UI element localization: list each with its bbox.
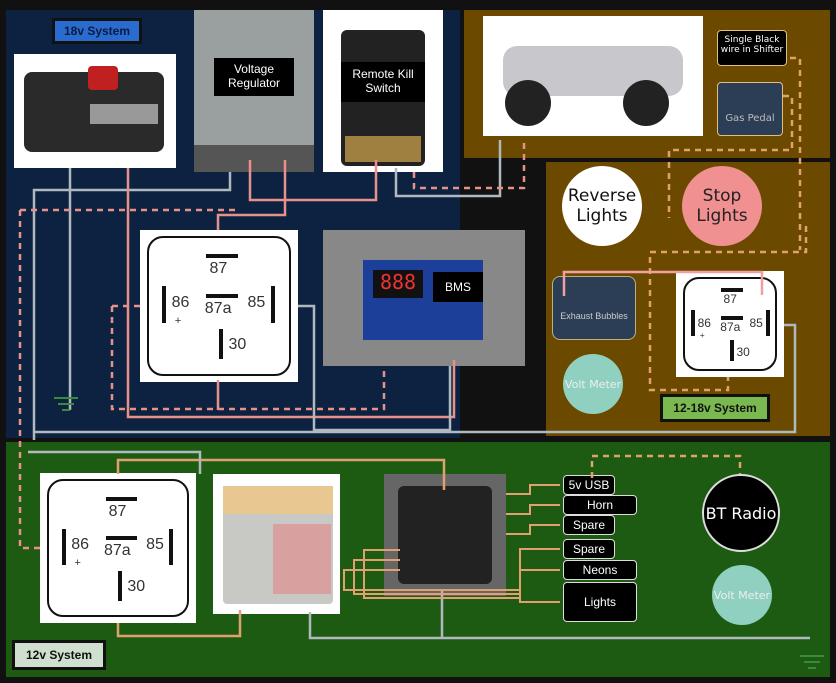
wire-signal (590, 454, 742, 478)
wire-signal (116, 458, 446, 490)
wire-signal (412, 140, 526, 190)
wire-fuse-output (353, 559, 560, 595)
ground-symbol (54, 397, 78, 411)
wire-hot (562, 270, 764, 296)
wire-ground (28, 450, 202, 474)
wire-hot (216, 160, 287, 230)
ground-symbol (800, 655, 824, 669)
wiring (18, 56, 824, 669)
wire-signal (18, 208, 240, 550)
wire-signal (648, 226, 808, 392)
wire-ground (298, 304, 452, 432)
wire-hot (116, 610, 242, 638)
wire-fuse-output (506, 504, 560, 515)
wire-hot (248, 160, 378, 202)
wire-fuse-output (506, 484, 560, 495)
wire-signal (110, 304, 386, 411)
wire-fuse-output (506, 524, 560, 535)
wire-ground (308, 612, 810, 640)
wire-ground (32, 172, 232, 440)
wire-signal (667, 56, 802, 250)
wire-hot (126, 168, 456, 419)
